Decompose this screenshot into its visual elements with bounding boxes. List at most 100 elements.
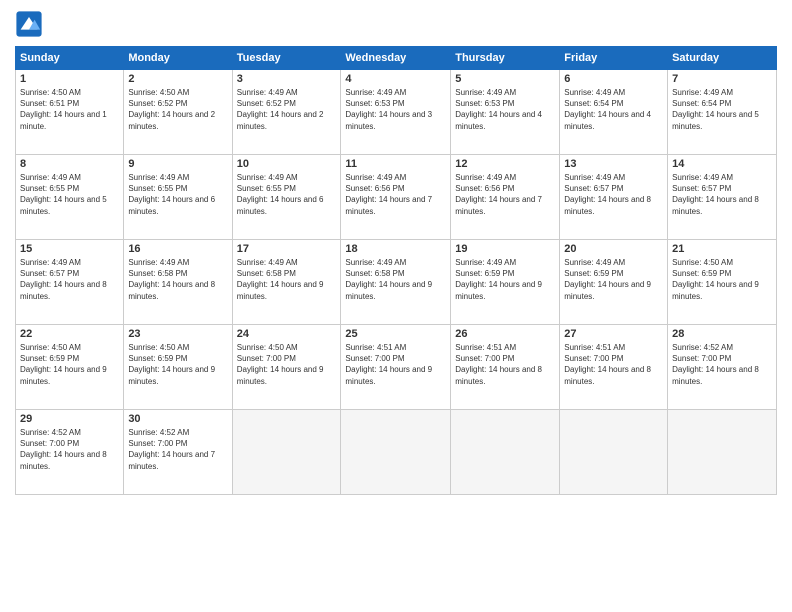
calendar-body: 1 Sunrise: 4:50 AM Sunset: 6:51 PM Dayli…: [16, 70, 777, 495]
day-cell: 24 Sunrise: 4:50 AM Sunset: 7:00 PM Dayl…: [232, 325, 341, 410]
day-cell: 26 Sunrise: 4:51 AM Sunset: 7:00 PM Dayl…: [451, 325, 560, 410]
header-cell-saturday: Saturday: [668, 47, 777, 70]
day-cell: 18 Sunrise: 4:49 AM Sunset: 6:58 PM Dayl…: [341, 240, 451, 325]
day-info: Sunrise: 4:50 AM Sunset: 7:00 PM Dayligh…: [237, 342, 337, 387]
day-number: 15: [20, 243, 119, 255]
day-info: Sunrise: 4:49 AM Sunset: 6:56 PM Dayligh…: [345, 172, 446, 217]
day-cell: 17 Sunrise: 4:49 AM Sunset: 6:58 PM Dayl…: [232, 240, 341, 325]
day-number: 21: [672, 243, 772, 255]
header-cell-friday: Friday: [560, 47, 668, 70]
day-cell: 19 Sunrise: 4:49 AM Sunset: 6:59 PM Dayl…: [451, 240, 560, 325]
day-info: Sunrise: 4:50 AM Sunset: 6:59 PM Dayligh…: [128, 342, 227, 387]
day-cell: 30 Sunrise: 4:52 AM Sunset: 7:00 PM Dayl…: [124, 410, 232, 495]
day-cell: 25 Sunrise: 4:51 AM Sunset: 7:00 PM Dayl…: [341, 325, 451, 410]
day-info: Sunrise: 4:50 AM Sunset: 6:59 PM Dayligh…: [672, 257, 772, 302]
day-info: Sunrise: 4:49 AM Sunset: 6:52 PM Dayligh…: [237, 87, 337, 132]
day-info: Sunrise: 4:49 AM Sunset: 6:58 PM Dayligh…: [345, 257, 446, 302]
day-cell: 8 Sunrise: 4:49 AM Sunset: 6:55 PM Dayli…: [16, 155, 124, 240]
week-row-2: 8 Sunrise: 4:49 AM Sunset: 6:55 PM Dayli…: [16, 155, 777, 240]
day-cell: 2 Sunrise: 4:50 AM Sunset: 6:52 PM Dayli…: [124, 70, 232, 155]
day-number: 4: [345, 73, 446, 85]
day-number: 1: [20, 73, 119, 85]
day-number: 8: [20, 158, 119, 170]
day-info: Sunrise: 4:52 AM Sunset: 7:00 PM Dayligh…: [20, 427, 119, 472]
header-cell-monday: Monday: [124, 47, 232, 70]
day-cell: 20 Sunrise: 4:49 AM Sunset: 6:59 PM Dayl…: [560, 240, 668, 325]
day-cell: 7 Sunrise: 4:49 AM Sunset: 6:54 PM Dayli…: [668, 70, 777, 155]
day-info: Sunrise: 4:49 AM Sunset: 6:55 PM Dayligh…: [237, 172, 337, 217]
header-cell-thursday: Thursday: [451, 47, 560, 70]
day-number: 30: [128, 413, 227, 425]
day-info: Sunrise: 4:49 AM Sunset: 6:59 PM Dayligh…: [564, 257, 663, 302]
day-cell: 5 Sunrise: 4:49 AM Sunset: 6:53 PM Dayli…: [451, 70, 560, 155]
logo: [15, 10, 47, 38]
day-info: Sunrise: 4:49 AM Sunset: 6:53 PM Dayligh…: [455, 87, 555, 132]
day-number: 14: [672, 158, 772, 170]
day-cell: 15 Sunrise: 4:49 AM Sunset: 6:57 PM Dayl…: [16, 240, 124, 325]
day-number: 16: [128, 243, 227, 255]
day-number: 11: [345, 158, 446, 170]
day-cell: [451, 410, 560, 495]
day-cell: 6 Sunrise: 4:49 AM Sunset: 6:54 PM Dayli…: [560, 70, 668, 155]
header-cell-tuesday: Tuesday: [232, 47, 341, 70]
day-cell: 21 Sunrise: 4:50 AM Sunset: 6:59 PM Dayl…: [668, 240, 777, 325]
logo-icon: [15, 10, 43, 38]
day-cell: 22 Sunrise: 4:50 AM Sunset: 6:59 PM Dayl…: [16, 325, 124, 410]
day-cell: 4 Sunrise: 4:49 AM Sunset: 6:53 PM Dayli…: [341, 70, 451, 155]
day-info: Sunrise: 4:49 AM Sunset: 6:54 PM Dayligh…: [672, 87, 772, 132]
week-row-4: 22 Sunrise: 4:50 AM Sunset: 6:59 PM Dayl…: [16, 325, 777, 410]
day-number: 23: [128, 328, 227, 340]
day-number: 12: [455, 158, 555, 170]
day-info: Sunrise: 4:50 AM Sunset: 6:51 PM Dayligh…: [20, 87, 119, 132]
week-row-5: 29 Sunrise: 4:52 AM Sunset: 7:00 PM Dayl…: [16, 410, 777, 495]
day-number: 10: [237, 158, 337, 170]
day-info: Sunrise: 4:49 AM Sunset: 6:58 PM Dayligh…: [128, 257, 227, 302]
page: SundayMondayTuesdayWednesdayThursdayFrid…: [0, 0, 792, 612]
day-info: Sunrise: 4:49 AM Sunset: 6:59 PM Dayligh…: [455, 257, 555, 302]
day-cell: 9 Sunrise: 4:49 AM Sunset: 6:55 PM Dayli…: [124, 155, 232, 240]
day-number: 20: [564, 243, 663, 255]
day-number: 5: [455, 73, 555, 85]
day-cell: 16 Sunrise: 4:49 AM Sunset: 6:58 PM Dayl…: [124, 240, 232, 325]
day-number: 27: [564, 328, 663, 340]
day-info: Sunrise: 4:51 AM Sunset: 7:00 PM Dayligh…: [345, 342, 446, 387]
day-cell: 11 Sunrise: 4:49 AM Sunset: 6:56 PM Dayl…: [341, 155, 451, 240]
day-info: Sunrise: 4:49 AM Sunset: 6:57 PM Dayligh…: [672, 172, 772, 217]
day-number: 9: [128, 158, 227, 170]
day-number: 24: [237, 328, 337, 340]
day-number: 7: [672, 73, 772, 85]
day-cell: 12 Sunrise: 4:49 AM Sunset: 6:56 PM Dayl…: [451, 155, 560, 240]
day-number: 17: [237, 243, 337, 255]
calendar-table: SundayMondayTuesdayWednesdayThursdayFrid…: [15, 46, 777, 495]
day-cell: 27 Sunrise: 4:51 AM Sunset: 7:00 PM Dayl…: [560, 325, 668, 410]
day-info: Sunrise: 4:49 AM Sunset: 6:56 PM Dayligh…: [455, 172, 555, 217]
day-info: Sunrise: 4:50 AM Sunset: 6:59 PM Dayligh…: [20, 342, 119, 387]
day-cell: 29 Sunrise: 4:52 AM Sunset: 7:00 PM Dayl…: [16, 410, 124, 495]
week-row-1: 1 Sunrise: 4:50 AM Sunset: 6:51 PM Dayli…: [16, 70, 777, 155]
day-info: Sunrise: 4:49 AM Sunset: 6:57 PM Dayligh…: [564, 172, 663, 217]
header-row: SundayMondayTuesdayWednesdayThursdayFrid…: [16, 47, 777, 70]
day-number: 28: [672, 328, 772, 340]
day-cell: [232, 410, 341, 495]
day-cell: [668, 410, 777, 495]
day-number: 25: [345, 328, 446, 340]
day-info: Sunrise: 4:49 AM Sunset: 6:55 PM Dayligh…: [128, 172, 227, 217]
day-info: Sunrise: 4:49 AM Sunset: 6:58 PM Dayligh…: [237, 257, 337, 302]
day-cell: 14 Sunrise: 4:49 AM Sunset: 6:57 PM Dayl…: [668, 155, 777, 240]
day-number: 13: [564, 158, 663, 170]
day-info: Sunrise: 4:49 AM Sunset: 6:54 PM Dayligh…: [564, 87, 663, 132]
day-info: Sunrise: 4:51 AM Sunset: 7:00 PM Dayligh…: [564, 342, 663, 387]
day-cell: 10 Sunrise: 4:49 AM Sunset: 6:55 PM Dayl…: [232, 155, 341, 240]
day-number: 26: [455, 328, 555, 340]
day-info: Sunrise: 4:49 AM Sunset: 6:57 PM Dayligh…: [20, 257, 119, 302]
day-info: Sunrise: 4:51 AM Sunset: 7:00 PM Dayligh…: [455, 342, 555, 387]
week-row-3: 15 Sunrise: 4:49 AM Sunset: 6:57 PM Dayl…: [16, 240, 777, 325]
day-info: Sunrise: 4:50 AM Sunset: 6:52 PM Dayligh…: [128, 87, 227, 132]
header-cell-wednesday: Wednesday: [341, 47, 451, 70]
header: [15, 10, 777, 38]
day-cell: 1 Sunrise: 4:50 AM Sunset: 6:51 PM Dayli…: [16, 70, 124, 155]
day-number: 22: [20, 328, 119, 340]
day-number: 6: [564, 73, 663, 85]
day-number: 19: [455, 243, 555, 255]
day-info: Sunrise: 4:49 AM Sunset: 6:53 PM Dayligh…: [345, 87, 446, 132]
